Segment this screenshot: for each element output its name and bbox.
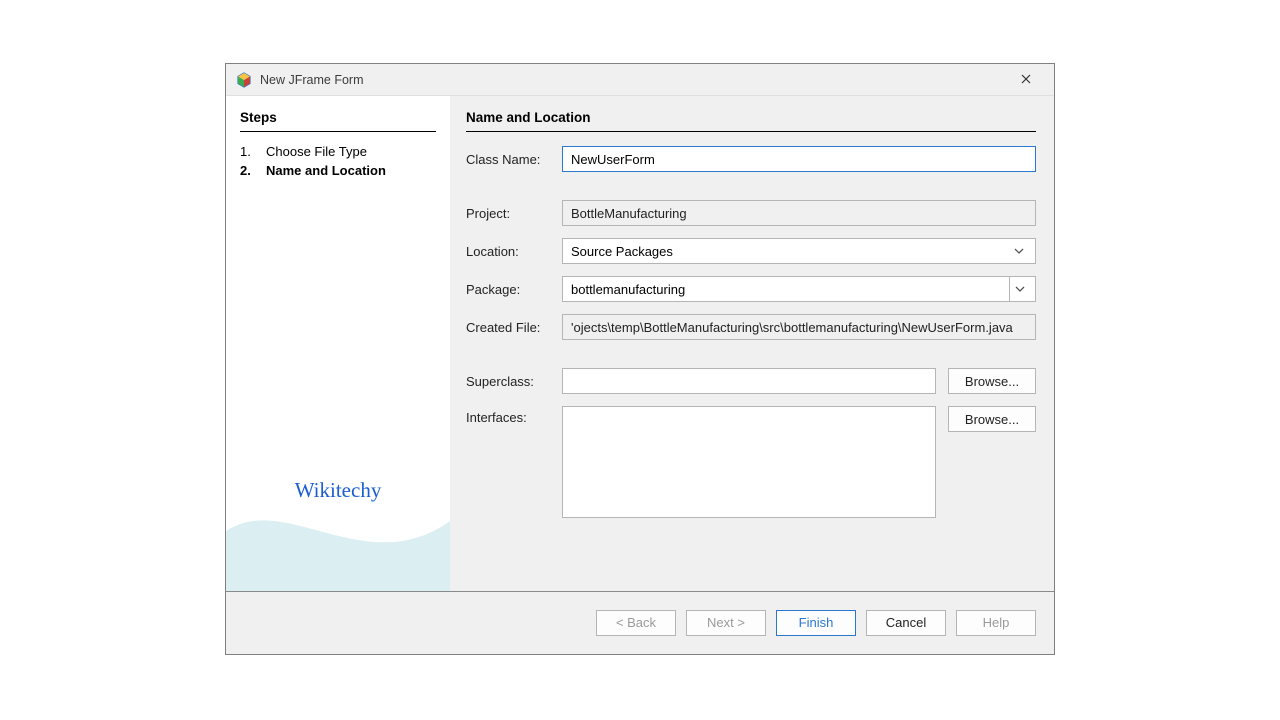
project-label: Project: (466, 206, 562, 221)
step-label: Name and Location (266, 163, 386, 178)
browse-interfaces-button[interactable]: Browse... (948, 406, 1036, 432)
back-button[interactable]: < Back (596, 610, 676, 636)
row-class-name: Class Name: (466, 146, 1036, 172)
package-label: Package: (466, 282, 562, 297)
cancel-button[interactable]: Cancel (866, 610, 946, 636)
row-created-file: Created File: 'ojects\temp\BottleManufac… (466, 314, 1036, 340)
superclass-input[interactable] (562, 368, 936, 394)
location-value: Source Packages (571, 244, 673, 259)
form-panel: Name and Location Class Name: Project: B… (450, 96, 1054, 591)
close-button[interactable] (1006, 72, 1046, 87)
row-interfaces: Interfaces: Browse... (466, 406, 1036, 518)
close-icon (1021, 74, 1031, 84)
location-label: Location: (466, 244, 562, 259)
help-button[interactable]: Help (956, 610, 1036, 636)
window-title: New JFrame Form (260, 73, 1006, 87)
form-heading: Name and Location (466, 110, 1036, 132)
project-field: BottleManufacturing (562, 200, 1036, 226)
package-value: bottlemanufacturing (571, 282, 685, 297)
footer: < Back Next > Finish Cancel Help (226, 591, 1054, 653)
created-file-field: 'ojects\temp\BottleManufacturing\src\bot… (562, 314, 1036, 340)
steps-heading: Steps (240, 110, 436, 132)
class-name-input[interactable] (562, 146, 1036, 172)
package-combo[interactable]: bottlemanufacturing (562, 276, 1036, 302)
step-item-1: 1. Choose File Type (240, 142, 436, 161)
row-project: Project: BottleManufacturing (466, 200, 1036, 226)
step-label: Choose File Type (266, 144, 367, 159)
next-button[interactable]: Next > (686, 610, 766, 636)
step-number: 2. (240, 163, 252, 178)
steps-list: 1. Choose File Type 2. Name and Location (240, 142, 436, 180)
finish-button[interactable]: Finish (776, 610, 856, 636)
created-file-label: Created File: (466, 320, 562, 335)
content-area: Steps 1. Choose File Type 2. Name and Lo… (226, 96, 1054, 591)
titlebar: New JFrame Form (226, 64, 1054, 96)
interfaces-label: Interfaces: (466, 406, 562, 425)
class-name-label: Class Name: (466, 152, 562, 167)
brand-text: Wikitechy (226, 478, 450, 503)
row-superclass: Superclass: Browse... (466, 368, 1036, 394)
step-number: 1. (240, 144, 252, 159)
row-location: Location: Source Packages (466, 238, 1036, 264)
app-icon (236, 72, 252, 88)
browse-superclass-button[interactable]: Browse... (948, 368, 1036, 394)
location-combo[interactable]: Source Packages (562, 238, 1036, 264)
chevron-down-icon (1009, 277, 1029, 301)
chevron-down-icon (1009, 239, 1029, 263)
superclass-label: Superclass: (466, 374, 562, 389)
wizard-dialog: New JFrame Form Steps 1. Choose File Typ… (225, 63, 1055, 655)
steps-panel: Steps 1. Choose File Type 2. Name and Lo… (226, 96, 450, 591)
step-item-2: 2. Name and Location (240, 161, 436, 180)
row-package: Package: bottlemanufacturing (466, 276, 1036, 302)
interfaces-list[interactable] (562, 406, 936, 518)
